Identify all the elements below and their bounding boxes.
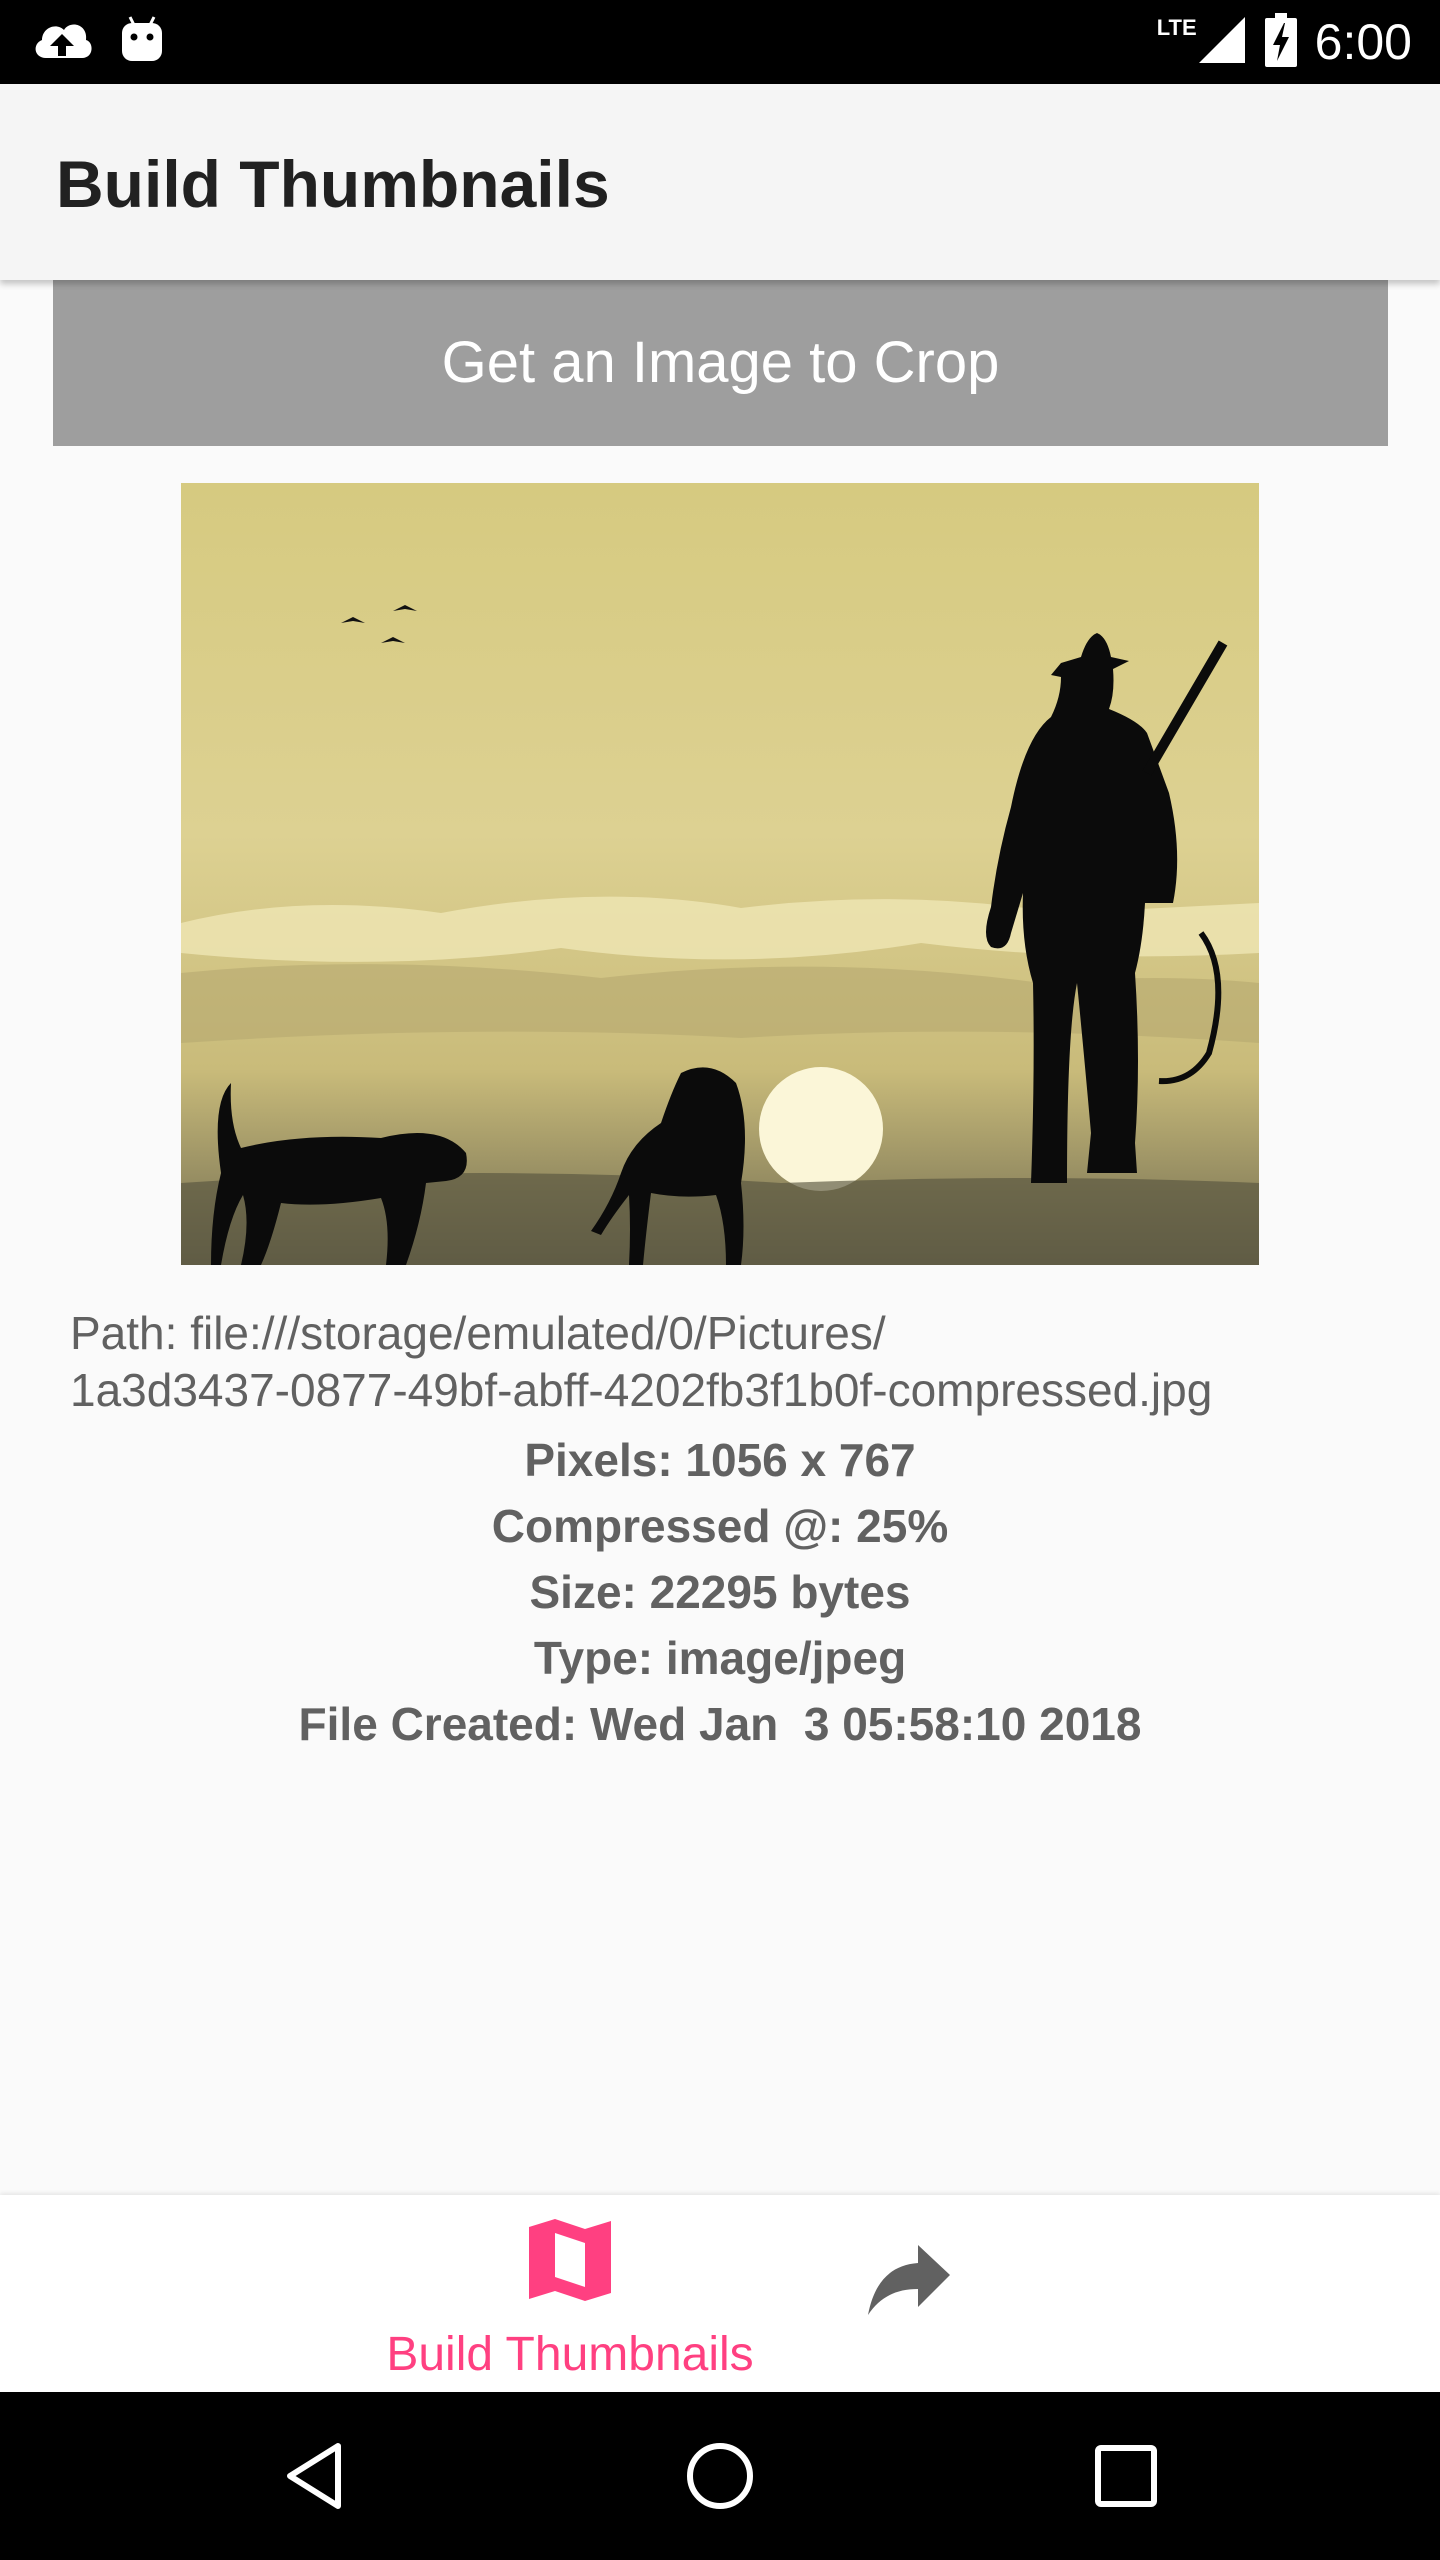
signal-icon [1197, 15, 1247, 70]
cloud-upload-icon [30, 14, 94, 69]
share-icon [860, 2245, 960, 2339]
system-navigation-bar [0, 2392, 1440, 2560]
map-icon [525, 2215, 615, 2310]
size-text: Size: 22295 bytes [529, 1566, 911, 1618]
get-image-to-crop-button[interactable]: Get an Image to Crop [53, 280, 1388, 446]
recents-icon[interactable] [1086, 2436, 1166, 2516]
page-title: Build Thumbnails [56, 147, 610, 221]
android-icon [120, 15, 164, 68]
compression-text: Compressed @: 25% [491, 1500, 949, 1552]
nav-item-build-thumbnails[interactable]: Build Thumbnails [370, 2215, 770, 2385]
battery-charging-icon [1264, 12, 1297, 72]
file-path-line1: Path: file:///storage/emulated/0/Picture… [70, 1307, 886, 1359]
nav-item-share[interactable] [860, 2235, 980, 2355]
created-text: File Created: Wed Jan 3 05:58:10 2018 [298, 1698, 1142, 1750]
clock: 6:00 [1314, 14, 1412, 70]
thumbnail-image [181, 483, 1259, 1265]
status-bar: LTE 6:00 [0, 0, 1440, 84]
file-path-text: Path: file:///storage/emulated/0/Picture… [70, 1305, 1370, 1419]
type-text: Type: image/jpeg [533, 1632, 907, 1684]
network-type-label: LTE [1156, 15, 1197, 40]
pixels-text: Pixels: 1056 x 767 [524, 1434, 916, 1486]
back-icon[interactable] [276, 2436, 356, 2516]
bottom-navigation: Build Thumbnails [0, 2195, 1440, 2392]
app-bar: Build Thumbnails [0, 84, 1440, 280]
nav-item-build-thumbnails-label: Build Thumbnails [386, 2328, 754, 2381]
home-icon[interactable] [680, 2436, 760, 2516]
file-path-line2: 1a3d3437-0877-49bf-abff-4202fb3f1b0f-com… [70, 1364, 1213, 1416]
